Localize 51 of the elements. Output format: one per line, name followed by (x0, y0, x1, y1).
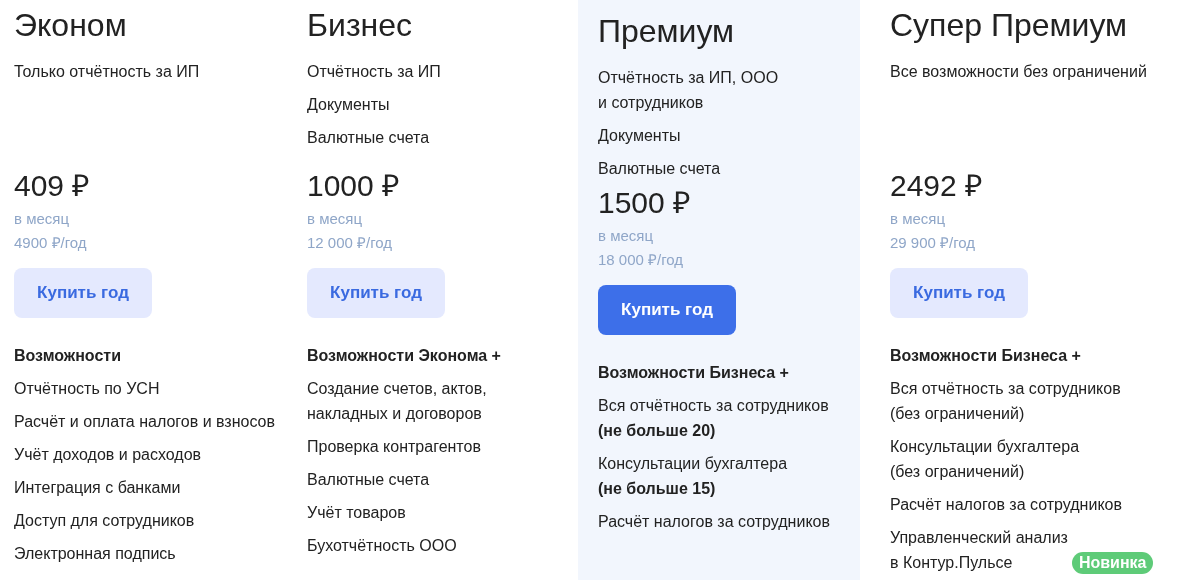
plan-description: Документы (598, 126, 682, 146)
feature-item: Электронная подпись (14, 544, 176, 564)
price-period: в месяц (598, 226, 653, 246)
features-heading: Возможности (14, 346, 121, 366)
yearly-price: 12 000 ₽/год (307, 233, 393, 253)
feature-item: Консультации бухгалтера (не больше 15) (598, 454, 788, 499)
feature-item: Валютные счета (307, 470, 430, 490)
buy-button[interactable]: Купить год (598, 285, 736, 335)
plan-description: Отчётность за ИП (307, 62, 441, 82)
price: 2492 ₽ (890, 168, 983, 204)
plan-name: Бизнес (307, 6, 412, 44)
buy-button[interactable]: Купить год (307, 268, 445, 318)
feature-item: Расчёт и оплата налогов и взносов (14, 412, 275, 432)
yearly-price: 4900 ₽/год (14, 233, 87, 253)
plan-description: Все возможности без ограничений (890, 62, 1147, 82)
price: 409 ₽ (14, 168, 90, 204)
price-period: в месяц (14, 209, 69, 229)
yearly-price: 29 900 ₽/год (890, 233, 976, 253)
buy-button[interactable]: Купить год (14, 268, 152, 318)
yearly-price: 18 000 ₽/год (598, 250, 684, 270)
features-heading: Возможности Эконома + (307, 346, 501, 366)
plan-description: Валютные счета (598, 159, 722, 179)
plan-name: Премиум (598, 12, 735, 50)
feature-item: Проверка контрагентов (307, 437, 481, 457)
feature-item: Расчёт налогов за сотрудников (890, 495, 1122, 515)
feature-item: Отчётность по УСН (14, 379, 160, 399)
feature-item: Консультации бухгалтера (без ограничений) (890, 437, 1080, 482)
plan-name: Эконом (14, 6, 127, 44)
price: 1000 ₽ (307, 168, 400, 204)
feature-item: Расчёт налогов за сотрудников (598, 512, 830, 532)
plan-description: Валютные счета (307, 128, 431, 148)
buy-button[interactable]: Купить год (890, 268, 1028, 318)
feature-item: Учёт товаров (307, 503, 406, 523)
plan-description: Только отчётность за ИП (14, 62, 200, 82)
feature-item: Создание счетов, актов, накладных и договоров (307, 379, 487, 424)
feature-item: Доступ для сотрудников (14, 511, 195, 531)
feature-item: Интеграция с банками (14, 478, 181, 498)
price-period: в месяц (890, 209, 945, 229)
features-heading: Возможности Бизнеса + (890, 346, 1081, 366)
feature-item: Учёт доходов и расходов (14, 445, 202, 465)
features-heading: Возможности Бизнеса + (598, 363, 789, 383)
price: 1500 ₽ (598, 185, 691, 221)
feature-item: Вся отчётность за сотрудников (не больше 20) (598, 396, 829, 441)
plan-name: Супер Премиум (890, 6, 1128, 44)
plan-description: Документы (307, 95, 391, 115)
plan-description: Отчётность за ИП, ООО и сотрудников (598, 68, 779, 113)
feature-item: Вся отчётность за сотрудников (без ограничений) (890, 379, 1121, 424)
price-period: в месяц (307, 209, 362, 229)
feature-item: Бухотчётность ООО (307, 536, 457, 556)
new-badge: Новинка (1071, 552, 1154, 574)
feature-item: Управленческий анализ в Контур.Пульсе (890, 528, 1068, 573)
